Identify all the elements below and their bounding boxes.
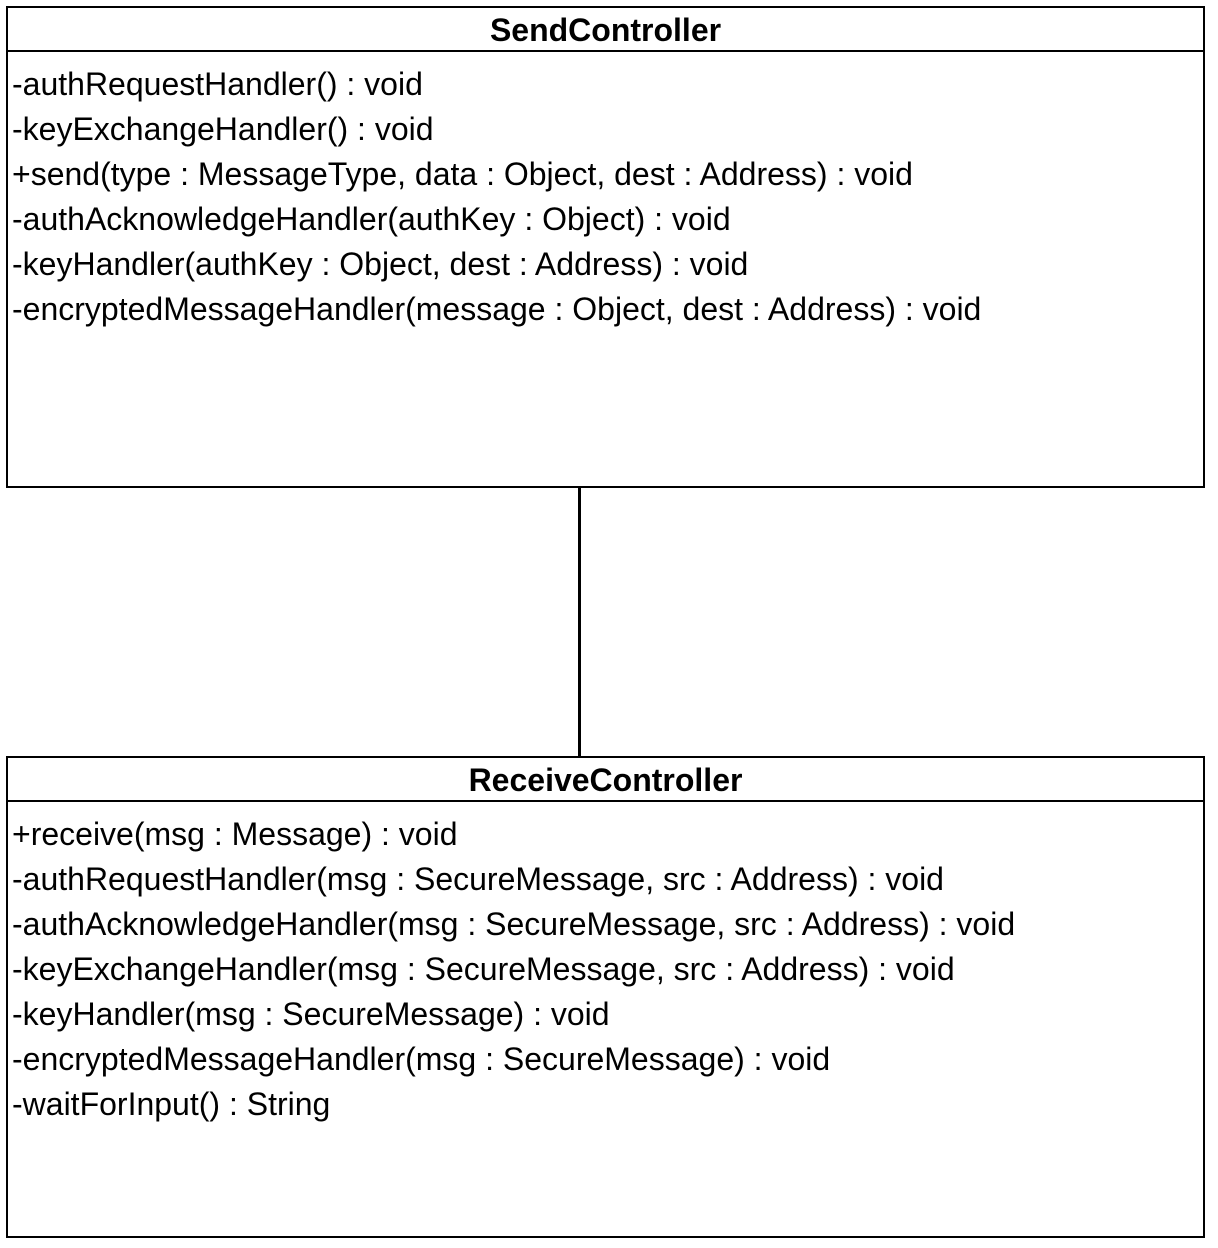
- operation: -waitForInput() : String: [12, 1086, 331, 1122]
- operation: -keyHandler(msg : SecureMessage) : void: [12, 996, 610, 1032]
- class-name: ReceiveController: [8, 758, 1203, 802]
- operation: -encryptedMessageHandler(message : Objec…: [12, 291, 982, 327]
- operation: -authAcknowledgeHandler(authKey : Object…: [12, 201, 731, 237]
- operation: +receive(msg : Message) : void: [12, 816, 458, 852]
- operation: -authRequestHandler() : void: [12, 66, 423, 102]
- operation: +send(type : MessageType, data : Object,…: [12, 156, 913, 192]
- operation: -authRequestHandler(msg : SecureMessage,…: [12, 861, 944, 897]
- operation: -encryptedMessageHandler(msg : SecureMes…: [12, 1041, 831, 1077]
- class-box-receive-controller: ReceiveController +receive(msg : Message…: [6, 756, 1205, 1238]
- operation: -keyExchangeHandler(msg : SecureMessage,…: [12, 951, 955, 987]
- operation: -keyHandler(authKey : Object, dest : Add…: [12, 246, 749, 282]
- operations-list: -authRequestHandler() : void -keyExchang…: [8, 52, 1203, 332]
- operations-list: +receive(msg : Message) : void -authRequ…: [8, 802, 1203, 1127]
- class-box-send-controller: SendController -authRequestHandler() : v…: [6, 6, 1205, 488]
- operation: -keyExchangeHandler() : void: [12, 111, 434, 147]
- class-name: SendController: [8, 8, 1203, 52]
- operation: -authAcknowledgeHandler(msg : SecureMess…: [12, 906, 1016, 942]
- association-line: [578, 488, 581, 756]
